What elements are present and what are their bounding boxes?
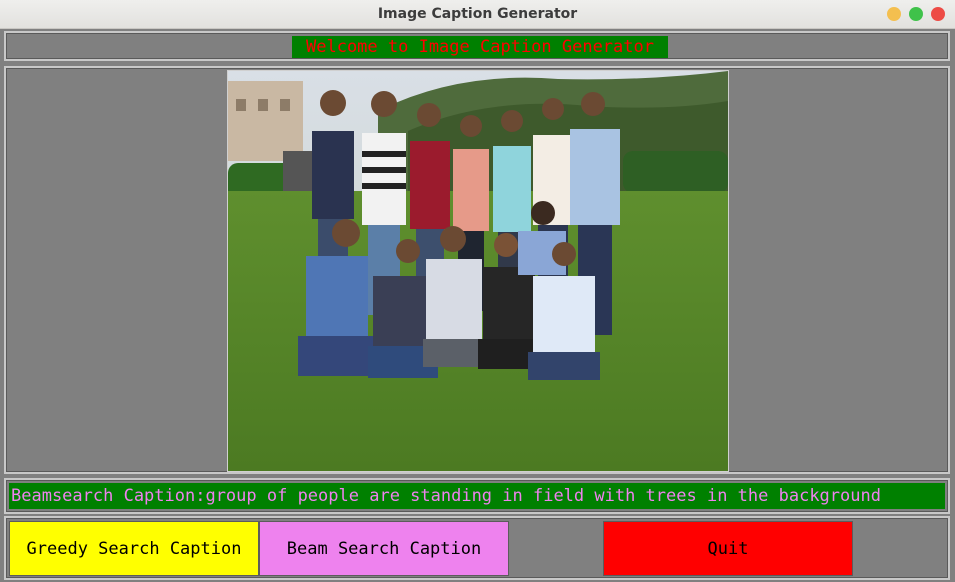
app-window: Image Caption Generator Welcome to Image…	[0, 0, 955, 582]
greedy-search-button[interactable]: Greedy Search Caption	[9, 521, 259, 576]
group-photo	[227, 70, 729, 472]
minimize-icon[interactable]	[887, 7, 901, 21]
window-title: Image Caption Generator	[377, 6, 578, 22]
group-photo-illustration	[228, 71, 728, 471]
beam-search-button[interactable]: Beam Search Caption	[259, 521, 509, 576]
caption-label: Beamsearch Caption:group of people are s…	[9, 483, 945, 509]
title-bar[interactable]: Image Caption Generator	[0, 0, 955, 29]
welcome-label: Welcome to Image Caption Generator	[292, 36, 668, 58]
maximize-icon[interactable]	[909, 7, 923, 21]
button-panel: Greedy Search Caption Beam Search Captio…	[4, 516, 950, 580]
image-panel	[4, 66, 950, 474]
close-icon[interactable]	[931, 7, 945, 21]
welcome-panel: Welcome to Image Caption Generator	[4, 31, 950, 61]
quit-button[interactable]: Quit	[603, 521, 853, 576]
caption-panel: Beamsearch Caption:group of people are s…	[4, 478, 950, 514]
